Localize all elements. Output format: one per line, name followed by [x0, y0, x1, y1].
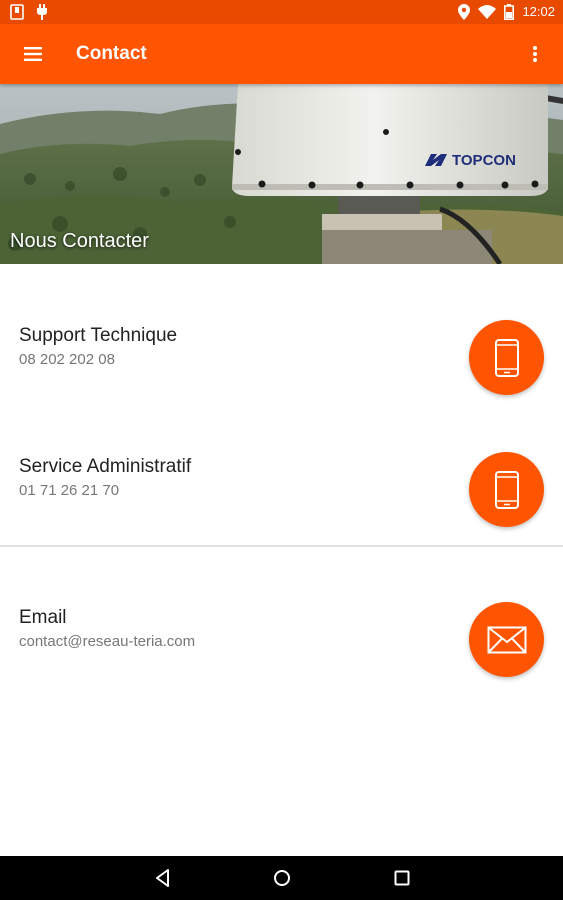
- contact-phone-number: 01 71 26 21 70: [19, 482, 120, 499]
- contact-label: Email: [19, 607, 67, 628]
- location-icon: [458, 4, 471, 20]
- recents-button[interactable]: [390, 866, 414, 890]
- status-bar: 12:02: [0, 0, 563, 24]
- page-title: Contact: [76, 43, 147, 64]
- contact-email: Email contact@reseau-teria.com: [0, 584, 563, 694]
- contact-label: Service Administratif: [19, 456, 192, 477]
- contact-service-administratif: Service Administratif 01 71 26 21 70: [0, 434, 563, 544]
- section-divider: [0, 545, 563, 547]
- overflow-menu-button[interactable]: [523, 42, 547, 66]
- recents-icon: [394, 870, 410, 886]
- contact-email-address: contact@reseau-teria.com: [19, 633, 196, 650]
- notification-icon: [10, 4, 24, 20]
- system-navigation-bar: [0, 856, 563, 900]
- contact-label: Support Technique: [19, 325, 178, 346]
- wifi-icon: [478, 5, 497, 19]
- call-support-button[interactable]: [469, 320, 544, 395]
- home-button[interactable]: [270, 866, 294, 890]
- phone-icon: [494, 338, 519, 377]
- banner-title: Nous Contacter: [10, 230, 149, 252]
- more-vert-icon: [533, 46, 537, 62]
- phone-icon: [494, 470, 519, 509]
- menu-button[interactable]: [20, 41, 48, 67]
- home-icon: [274, 870, 290, 886]
- battery-icon: [504, 4, 515, 20]
- status-time: 12:02: [522, 4, 555, 19]
- app-bar: Contact: [0, 24, 563, 84]
- usb-debug-icon: [37, 4, 47, 20]
- send-email-button[interactable]: [469, 602, 544, 677]
- svg-text:TOPCON: TOPCON: [452, 152, 516, 169]
- contact-phone-number: 08 202 202 08: [19, 351, 115, 368]
- back-icon: [156, 869, 169, 887]
- call-administratif-button[interactable]: [469, 452, 544, 527]
- hamburger-icon: [24, 47, 42, 61]
- back-button[interactable]: [151, 866, 175, 890]
- mail-icon: [487, 626, 526, 653]
- contact-support-technique: Support Technique 08 202 202 08: [0, 302, 563, 412]
- header-banner: TOPCON Nous Contacter: [0, 84, 563, 264]
